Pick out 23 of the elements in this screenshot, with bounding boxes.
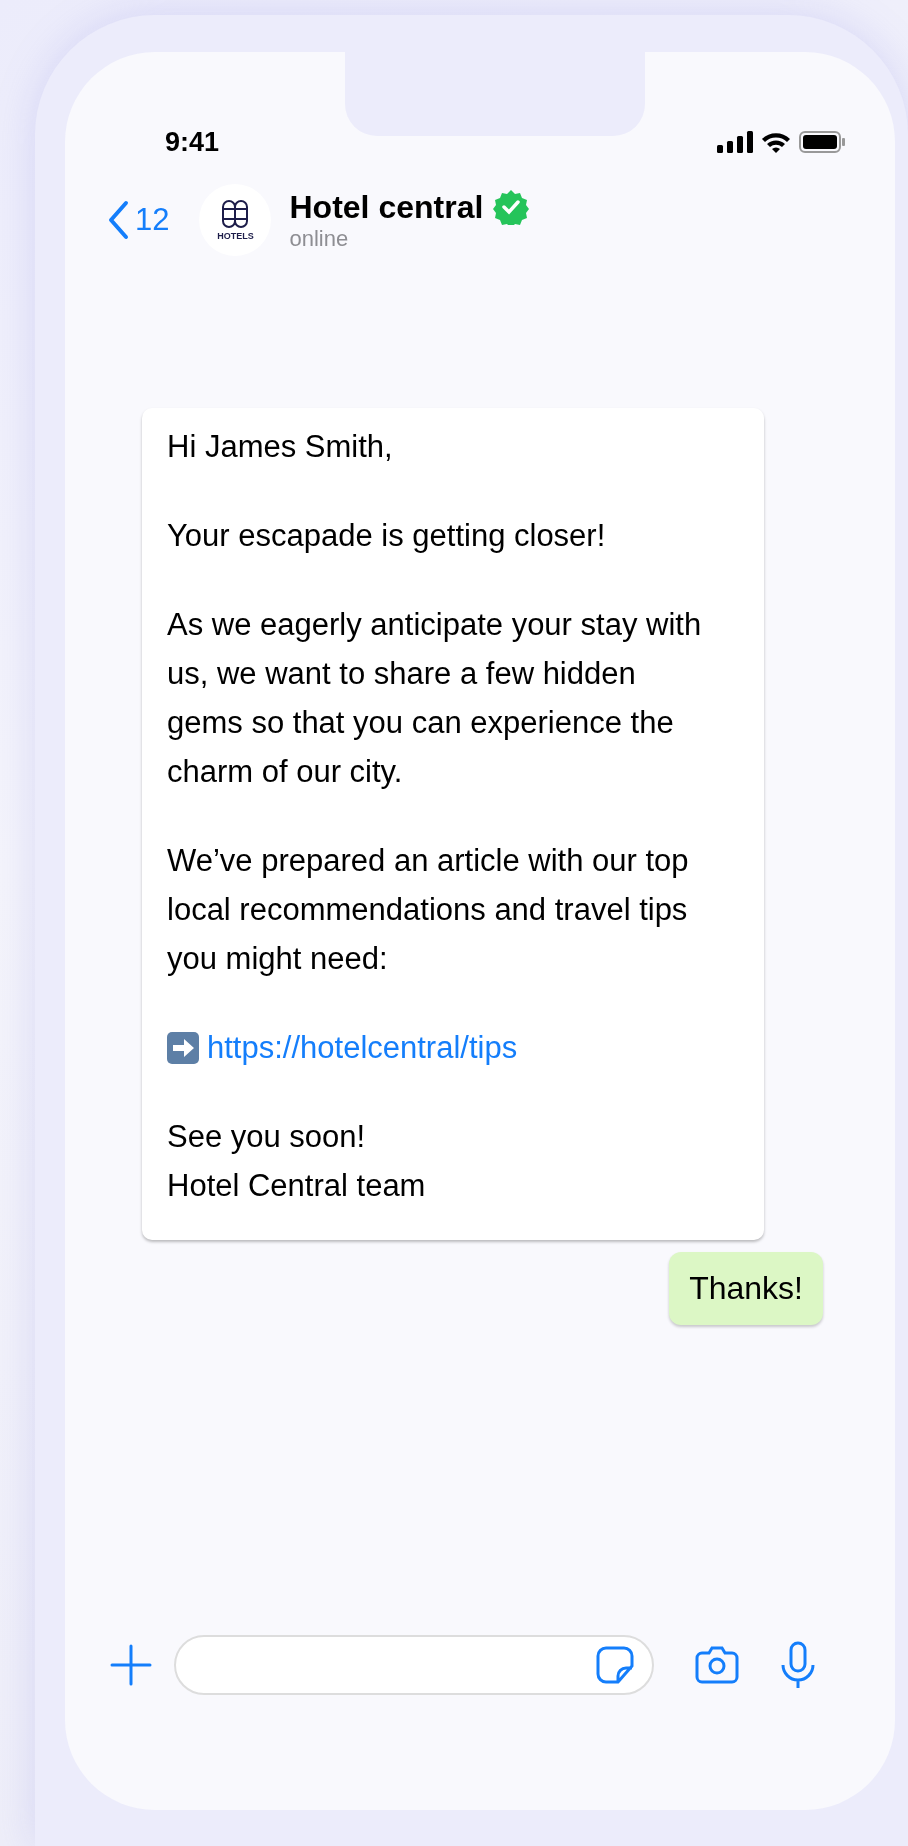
contact-name: Hotel central [289, 188, 484, 226]
message-text: See you soon! [167, 1118, 367, 1156]
message-text: Hi James Smith, [167, 428, 394, 466]
chevron-left-icon [107, 200, 129, 240]
avatar-label: HOTELS [217, 231, 254, 241]
contact-status: online [289, 225, 350, 252]
signal-icon [717, 131, 753, 153]
wifi-icon [761, 131, 791, 153]
status-time: 9:41 [165, 126, 220, 158]
message-link[interactable]: https://hotelcentral/tips [207, 1023, 518, 1072]
microphone-button[interactable] [780, 1641, 816, 1689]
message-text: Your escapade is getting closer! [167, 517, 607, 555]
add-button[interactable] [110, 1644, 152, 1686]
camera-button[interactable] [694, 1645, 740, 1685]
back-button[interactable]: 12 [107, 200, 170, 240]
message-input[interactable] [174, 1635, 654, 1695]
hotel-logo-icon [221, 199, 250, 229]
message-text: As we eagerly anticipate your stay with us, we want to share a few hidden gems so that you can experience the charm of our city. [167, 606, 703, 791]
sticker-icon[interactable] [596, 1646, 634, 1684]
reply-text: Thanks! [689, 1270, 803, 1306]
battery-icon [799, 131, 845, 153]
message-text: We’ve prepared an article with our top local recommendations and travel tips you might need: [167, 842, 690, 978]
message-text: Hotel Central team [167, 1167, 427, 1205]
